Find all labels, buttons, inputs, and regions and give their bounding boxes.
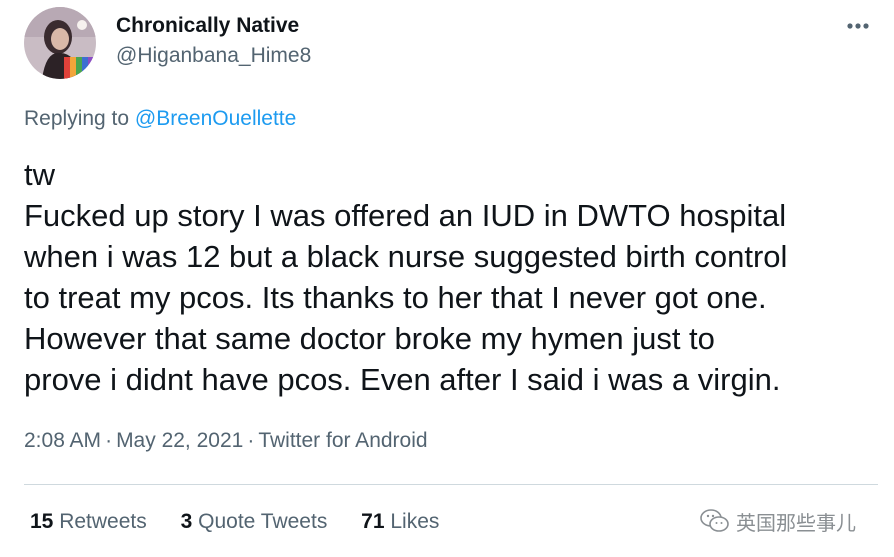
tweet-line: to treat my pcos. Its thanks to her that… [24,280,767,315]
display-name[interactable]: Chronically Native [116,14,299,38]
tweet-date[interactable]: May 22, 2021 [116,429,243,452]
tweet-time[interactable]: 2:08 AM [24,429,101,452]
watermark-text: 英国那些事儿 [736,510,856,535]
likes-label: Likes [390,510,440,533]
tweet-line: Fucked up story I was offered an IUD in … [24,198,787,233]
avatar[interactable] [24,7,96,79]
watermark: 英国那些事儿 [700,503,856,539]
avatar-image [24,7,96,79]
quote-tweets-stat[interactable]: 3 Quote Tweets [181,510,328,534]
quote-tweets-label: Quote Tweets [198,510,328,533]
tweet-text: tw Fucked up story I was offered an IUD … [24,154,884,400]
retweets-stat[interactable]: 15 Retweets [30,510,147,534]
tweet-card: Chronically Native @Higanbana_Hime8 Repl… [0,0,894,557]
tweet-line: However that same doctor broke my hymen … [24,321,715,356]
meta-separator: · [105,429,113,452]
tweet-line: tw [24,157,55,192]
wechat-icon [700,509,729,532]
divider [24,484,878,485]
quote-tweets-count: 3 [180,510,193,533]
retweets-label: Retweets [59,510,147,533]
tweet-source[interactable]: Twitter for Android [258,429,427,452]
tweet-line: when i was 12 but a black nurse suggeste… [24,239,788,274]
tweet-stats: 15 Retweets 3 Quote Tweets 71 Likes [30,510,467,534]
user-handle[interactable]: @Higanbana_Hime8 [116,44,311,68]
likes-stat[interactable]: 71 Likes [361,510,439,534]
replying-to: Replying to @BreenOuellette [24,107,296,131]
more-icon[interactable] [838,14,878,38]
tweet-line: prove i didnt have pcos. Even after I sa… [24,362,781,397]
tweet-meta: 2:08 AM · May 22, 2021 · Twitter for Android [24,429,428,453]
retweets-count: 15 [30,510,54,533]
replying-to-label: Replying to [24,107,130,130]
meta-separator: · [247,429,255,452]
reply-target-link[interactable]: @BreenOuellette [135,107,296,130]
likes-count: 71 [361,510,385,533]
